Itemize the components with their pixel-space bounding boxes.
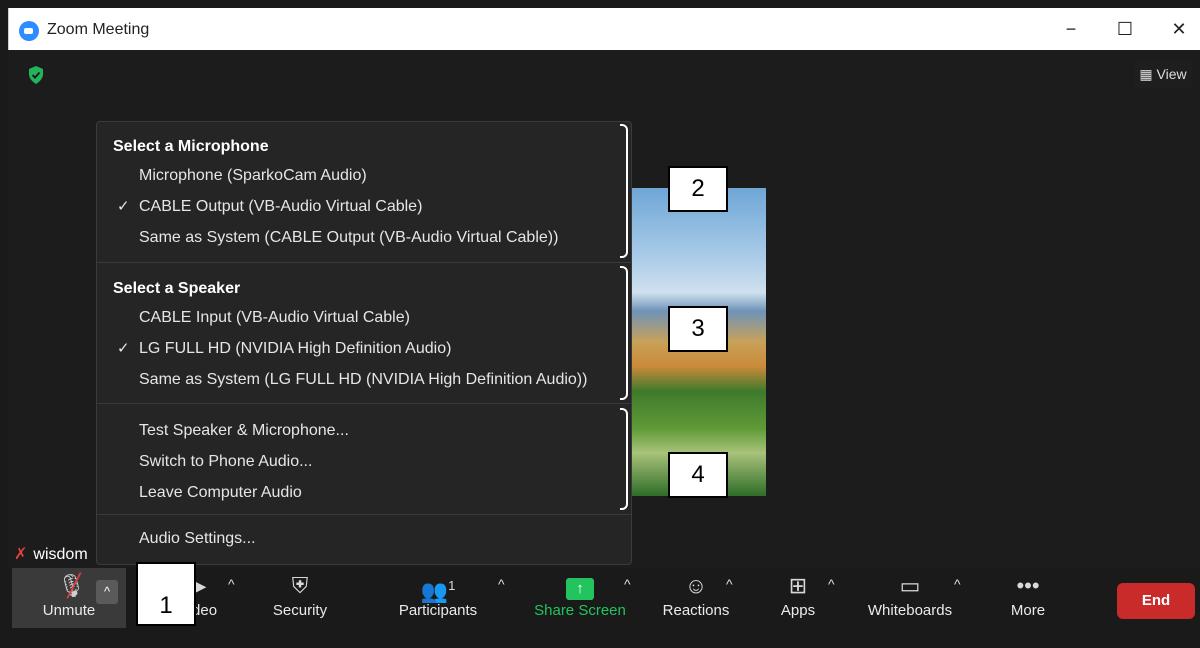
share-screen-button[interactable]: ↑ Share Screen — [530, 568, 630, 628]
minimize-button[interactable]: − — [1051, 16, 1091, 42]
audio-options-caret[interactable]: ^ — [96, 580, 118, 604]
end-meeting-button[interactable]: End — [1117, 583, 1195, 619]
unmute-label: Unmute — [42, 602, 96, 619]
check-icon: ✓ — [117, 198, 130, 215]
speaker-option-label: Same as System (LG FULL HD (NVIDIA High … — [139, 371, 588, 388]
reactions-options-caret[interactable]: ^ — [726, 576, 733, 592]
participants-label: Participants — [398, 602, 478, 619]
mic-option-label: Same as System (CABLE Output (VB-Audio V… — [139, 229, 559, 246]
window-title: Zoom Meeting — [47, 21, 150, 38]
check-icon: ✓ — [117, 340, 130, 357]
view-button[interactable]: ▦ View — [1134, 60, 1192, 88]
mic-option-sparkocam[interactable]: Microphone (SparkoCam Audio) — [97, 160, 631, 191]
title-bar: Zoom Meeting − ☐ ✕ — [8, 8, 1200, 50]
whiteboards-button[interactable]: ▭ Whiteboards — [860, 568, 960, 628]
share-screen-icon-wrap: ↑ — [530, 568, 630, 602]
reactions-icon: ☺ — [684, 573, 708, 598]
maximize-button[interactable]: ☐ — [1105, 16, 1145, 42]
settings-section: Audio Settings... — [97, 515, 631, 554]
share-screen-icon: ↑ — [566, 578, 594, 600]
participants-icon: 👥1 — [420, 578, 456, 604]
test-speaker-mic-item[interactable]: Test Speaker & Microphone... — [97, 415, 631, 446]
shield-icon: ⛨ — [291, 573, 309, 598]
speaker-option-cable-input[interactable]: CABLE Input (VB-Audio Virtual Cable) — [97, 302, 631, 333]
participant-count: 1 — [448, 578, 456, 593]
muted-mic-icon: ✗ — [14, 546, 28, 563]
whiteboard-icon: ▭ — [899, 573, 921, 598]
security-shield-icon[interactable] — [28, 66, 44, 84]
speaker-section: Select a Speaker CABLE Input (VB-Audio V… — [97, 263, 631, 404]
participants-button[interactable]: 👥1 Participants — [388, 568, 488, 628]
audio-actions-section: Test Speaker & Microphone... Switch to P… — [97, 404, 631, 515]
participant-name-label: ✗ wisdom — [14, 544, 88, 564]
whiteboards-options-caret[interactable]: ^ — [954, 576, 961, 592]
speaker-option-label: CABLE Input (VB-Audio Virtual Cable) — [139, 309, 410, 326]
security-label: Security — [272, 602, 328, 619]
speaker-option-same-as-system[interactable]: Same as System (LG FULL HD (NVIDIA High … — [97, 364, 631, 395]
leave-computer-audio-item[interactable]: Leave Computer Audio — [97, 477, 631, 508]
share-screen-label: Share Screen — [534, 602, 626, 619]
callout-bracket-2 — [620, 124, 628, 258]
audio-menu: Select a Microphone Microphone (SparkoCa… — [96, 121, 632, 565]
video-options-caret[interactable]: ^ — [228, 576, 235, 592]
more-button[interactable]: ••• More — [998, 568, 1058, 628]
mic-option-same-as-system[interactable]: Same as System (CABLE Output (VB-Audio V… — [97, 222, 631, 253]
audio-settings-item[interactable]: Audio Settings... — [97, 523, 631, 554]
callout-1: 1 — [136, 562, 196, 626]
callout-bracket-3 — [620, 266, 628, 400]
speaker-header: Select a Speaker — [113, 280, 241, 297]
close-button[interactable]: ✕ — [1159, 16, 1199, 42]
apps-options-caret[interactable]: ^ — [828, 576, 835, 592]
share-options-caret[interactable]: ^ — [624, 576, 631, 592]
mic-option-label: Microphone (SparkoCam Audio) — [139, 167, 367, 184]
callout-3: 3 — [668, 306, 728, 352]
view-label: View — [1156, 66, 1187, 82]
security-button[interactable]: ⛨ Security — [264, 568, 336, 628]
more-icon: ••• — [1016, 573, 1040, 598]
speaker-option-label: LG FULL HD (NVIDIA High Definition Audio… — [139, 340, 452, 357]
callout-4: 4 — [668, 452, 728, 498]
more-label: More — [1010, 602, 1046, 619]
callout-2: 2 — [668, 166, 728, 212]
apps-label: Apps — [780, 602, 816, 619]
reactions-label: Reactions — [662, 602, 730, 619]
speaker-option-lg-full-hd[interactable]: ✓ LG FULL HD (NVIDIA High Definition Audi… — [97, 333, 631, 364]
participant-name: wisdom — [33, 546, 88, 563]
zoom-logo-icon — [19, 21, 39, 41]
apps-icon: ⊞ — [788, 573, 808, 598]
grid-icon: ▦ — [1139, 66, 1153, 82]
apps-button[interactable]: ⊞ Apps — [768, 568, 828, 628]
microphone-section: Select a Microphone Microphone (SparkoCa… — [97, 122, 631, 263]
microphone-header: Select a Microphone — [113, 138, 269, 155]
whiteboards-label: Whiteboards — [867, 602, 953, 619]
callout-bracket-4 — [620, 408, 628, 510]
mic-option-label: CABLE Output (VB-Audio Virtual Cable) — [139, 198, 423, 215]
participants-options-caret[interactable]: ^ — [498, 576, 505, 592]
mic-option-cable-output[interactable]: ✓ CABLE Output (VB-Audio Virtual Cable) — [97, 191, 631, 222]
reactions-button[interactable]: ☺ Reactions — [656, 568, 736, 628]
switch-phone-audio-item[interactable]: Switch to Phone Audio... — [97, 446, 631, 477]
